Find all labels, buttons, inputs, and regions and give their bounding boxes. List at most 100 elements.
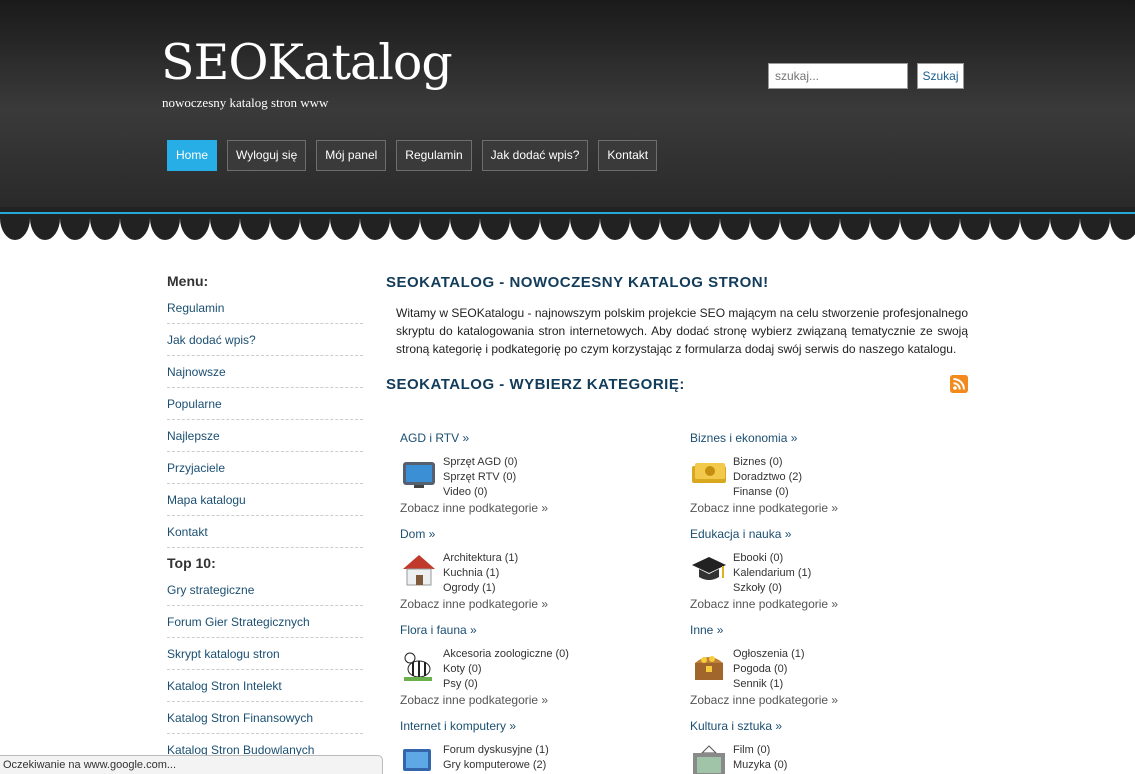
more-subcategories-link[interactable]: Zobacz inne podkategorie »	[400, 692, 660, 708]
sidebar-item: Najnowsze	[167, 356, 363, 388]
category-link[interactable]: Flora i fauna »	[400, 622, 660, 638]
subcategory[interactable]: Ogrody (1)	[443, 581, 660, 596]
sidebar-link-how-to-add[interactable]: Jak dodać wpis?	[167, 333, 256, 347]
top-link[interactable]: Skrypt katalogu stron	[167, 647, 280, 661]
sidebar-menu: Regulamin Jak dodać wpis? Najnowsze Popu…	[167, 292, 363, 548]
categories-title: SEOKATALOG - WYBIERZ KATEGORIĘ:	[386, 376, 685, 393]
sidebar-item: Przyjaciele	[167, 452, 363, 484]
category-body: Sprzęt AGD (0) Sprzęt RTV (0) Video (0) …	[400, 455, 660, 516]
more-subcategories-link[interactable]: Zobacz inne podkategorie »	[400, 500, 660, 516]
category-block: Flora i fauna » Akcesoria zoologiczne (0…	[400, 622, 660, 708]
top-link[interactable]: Forum Gier Strategicznych	[167, 615, 310, 629]
subcategory[interactable]: Kalendarium (1)	[733, 566, 950, 581]
category-body: Akcesoria zoologiczne (0) Koty (0) Psy (…	[400, 647, 660, 708]
sidebar-top-heading: Top 10:	[167, 555, 216, 571]
more-subcategories-link[interactable]: Zobacz inne podkategorie »	[690, 500, 950, 516]
sidebar-link-contact[interactable]: Kontakt	[167, 525, 208, 539]
list-item: Forum Gier Strategicznych	[167, 606, 363, 638]
subcategory[interactable]: Sennik (1)	[733, 677, 950, 692]
subcategory[interactable]: Kuchnia (1)	[443, 566, 660, 581]
sidebar-link-newest[interactable]: Najnowsze	[167, 365, 226, 379]
category-link[interactable]: Inne »	[690, 622, 950, 638]
subcategory[interactable]: Doradztwo (2)	[733, 470, 950, 485]
graduation-cap-icon	[692, 557, 726, 580]
subcategory[interactable]: Akcesoria zoologiczne (0)	[443, 647, 660, 662]
sidebar-link-popular[interactable]: Popularne	[167, 397, 222, 411]
nav-home[interactable]: Home	[167, 140, 218, 171]
subcategory[interactable]: Film (0)	[733, 743, 950, 758]
subcategory[interactable]: Pogoda (0)	[733, 662, 950, 677]
sidebar-link-rules[interactable]: Regulamin	[167, 301, 224, 315]
house-icon	[403, 555, 435, 586]
nav-how-to-add[interactable]: Jak dodać wpis?	[481, 140, 589, 171]
more-subcategories-link[interactable]: Zobacz inne podkategorie »	[690, 692, 950, 708]
top-link[interactable]: Katalog Stron Intelekt	[167, 679, 282, 693]
category-block: Inne » Ogłoszenia (1) Pogoda (0) Sennik …	[690, 622, 950, 708]
subcategory[interactable]: Architektura (1)	[443, 551, 660, 566]
category-link[interactable]: Edukacja i nauka »	[690, 526, 950, 542]
computer-icon	[403, 749, 431, 771]
category-block: Internet i komputery » Forum dyskusyjne …	[400, 718, 660, 773]
subcategory[interactable]: Ogłoszenia (1)	[733, 647, 950, 662]
zebra-icon	[404, 652, 432, 681]
nav-contact[interactable]: Kontakt	[598, 140, 658, 171]
sidebar-item: Regulamin	[167, 292, 363, 324]
more-subcategories-link[interactable]: Zobacz inne podkategorie »	[690, 596, 950, 612]
category-link[interactable]: Dom »	[400, 526, 660, 542]
subcategory[interactable]: Szkoły (0)	[733, 581, 950, 596]
more-subcategories-link[interactable]: Zobacz inne podkategorie »	[400, 596, 660, 612]
category-block: Kultura i sztuka » Film (0) Muzyka (0)	[690, 718, 950, 774]
sidebar-link-sitemap[interactable]: Mapa katalogu	[167, 493, 246, 507]
category-block: Biznes i ekonomia » Biznes (0) Doradztwo…	[690, 430, 950, 516]
intro-text: Witamy w SEOKatalogu - najnowszym polski…	[396, 306, 968, 356]
page-title: SEOKATALOG - NOWOCZESNY KATALOG STRON!	[386, 274, 769, 291]
nav-rules[interactable]: Regulamin	[396, 140, 472, 171]
subcategory[interactable]: Psy (0)	[443, 677, 660, 692]
browser-status-bar: Oczekiwanie na www.google.com...	[0, 755, 383, 774]
tv-icon	[403, 462, 435, 488]
top-link[interactable]: Gry strategiczne	[167, 583, 254, 597]
sidebar-link-friends[interactable]: Przyjaciele	[167, 461, 225, 475]
sidebar-top-list: Gry strategiczne Forum Gier Strategiczny…	[167, 574, 363, 766]
category-link[interactable]: AGD i RTV »	[400, 430, 660, 446]
list-item: Katalog Stron Intelekt	[167, 670, 363, 702]
category-block: AGD i RTV » Sprzęt AGD (0) Sprzęt RTV (0…	[400, 430, 660, 516]
sidebar-item: Jak dodać wpis?	[167, 324, 363, 356]
site-logo-title[interactable]: SEOKatalog	[161, 34, 453, 91]
subcategory[interactable]: Finanse (0)	[733, 485, 950, 500]
picture-frame-icon	[693, 745, 725, 774]
category-link[interactable]: Biznes i ekonomia »	[690, 430, 950, 446]
category-body: Forum dyskusyjne (1) Gry komputerowe (2)	[400, 743, 660, 773]
search-button[interactable]: Szukaj	[917, 63, 964, 89]
subcategory[interactable]: Muzyka (0)	[733, 758, 950, 773]
sidebar-menu-heading: Menu:	[167, 273, 209, 289]
nav-my-panel[interactable]: Mój panel	[316, 140, 387, 171]
subcategory[interactable]: Sprzęt RTV (0)	[443, 470, 660, 485]
subcategory[interactable]: Video (0)	[443, 485, 660, 500]
sidebar-link-best[interactable]: Najlepsze	[167, 429, 220, 443]
subcategory[interactable]: Ebooki (0)	[733, 551, 950, 566]
list-item: Gry strategiczne	[167, 574, 363, 606]
category-body: Ebooki (0) Kalendarium (1) Szkoły (0) Zo…	[690, 551, 950, 612]
nav-logout[interactable]: Wyloguj się	[227, 140, 307, 171]
subcategory[interactable]: Biznes (0)	[733, 455, 950, 470]
site-tagline: nowoczesny katalog stron www	[162, 95, 329, 110]
top-link[interactable]: Katalog Stron Finansowych	[167, 711, 313, 725]
subcategory[interactable]: Koty (0)	[443, 662, 660, 677]
category-link[interactable]: Kultura i sztuka »	[690, 718, 950, 734]
subcategory[interactable]: Sprzęt AGD (0)	[443, 455, 660, 470]
categories-header: SEOKATALOG - WYBIERZ KATEGORIĘ:	[386, 372, 968, 398]
subcategory[interactable]: Forum dyskusyjne (1)	[443, 743, 660, 758]
list-item: Skrypt katalogu stron	[167, 638, 363, 670]
treasure-chest-icon	[695, 656, 723, 680]
category-body: Biznes (0) Doradztwo (2) Finanse (0) Zob…	[690, 455, 950, 516]
sidebar-item: Najlepsze	[167, 420, 363, 452]
sidebar: Menu: Regulamin Jak dodać wpis? Najnowsz…	[167, 270, 363, 770]
rss-icon[interactable]	[950, 375, 968, 393]
category-link[interactable]: Internet i komputery »	[400, 718, 660, 734]
subcategory[interactable]: Gry komputerowe (2)	[443, 758, 660, 773]
category-body: Ogłoszenia (1) Pogoda (0) Sennik (1) Zob…	[690, 647, 950, 708]
money-icon	[692, 463, 726, 483]
sidebar-item: Mapa katalogu	[167, 484, 363, 516]
search-input[interactable]	[768, 63, 908, 89]
